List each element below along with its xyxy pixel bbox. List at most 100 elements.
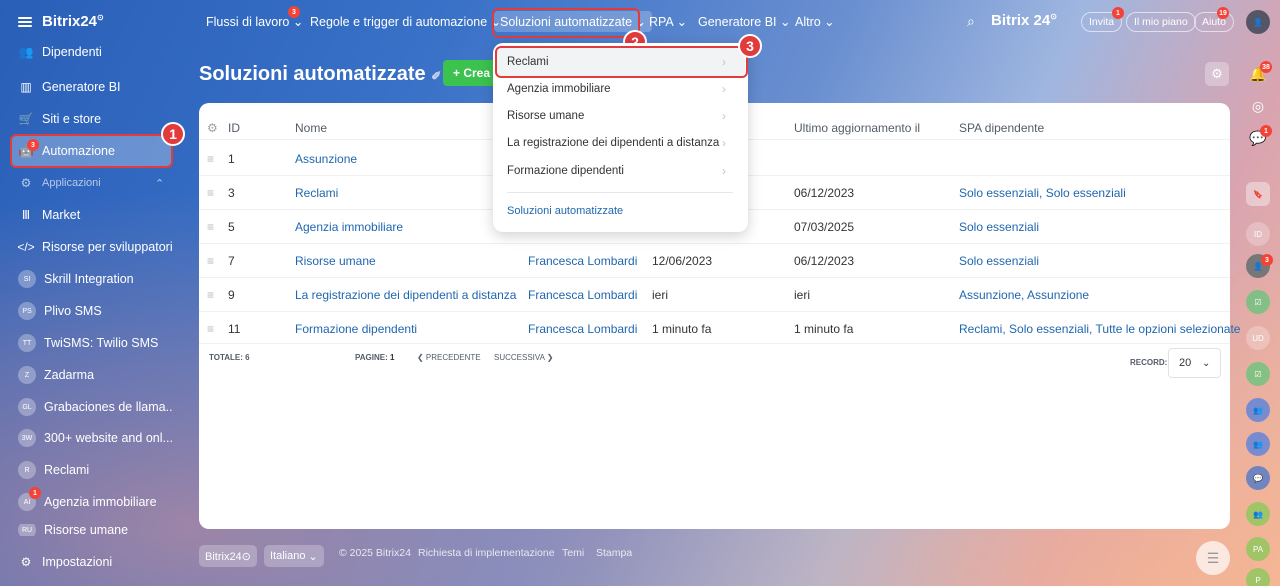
sidebar-item-label: Zadarma (44, 368, 95, 382)
sidebar-item-siti-e-store[interactable]: 🛒 Siti e store (10, 104, 172, 134)
pin-icon[interactable]: ✐ (431, 69, 441, 83)
row-name-link[interactable]: Formazione dipendenti (295, 322, 417, 336)
divider (199, 277, 1230, 278)
sidebar-item-twisms[interactable]: TT TwiSMS: Twilio SMS (10, 328, 172, 358)
task-icon[interactable]: ☑ (1246, 362, 1270, 386)
my-plan-button[interactable]: Il mio piano (1126, 12, 1196, 32)
column-header[interactable]: Nome (295, 121, 327, 135)
record-select[interactable]: 20 ⌄ (1168, 348, 1221, 378)
gear-icon[interactable]: ⚙ (1205, 62, 1229, 86)
row-author-link[interactable]: Francesca Lombardi (528, 322, 637, 336)
pulse-icon[interactable]: ◎ (1246, 94, 1270, 118)
sidebar-item-dipendenti[interactable]: 👥 Dipendenti (10, 44, 172, 60)
sidebar-item-grabaciones[interactable]: GL Grabaciones de llama... (10, 392, 172, 422)
dropdown-item-formazione[interactable]: Formazione dipendenti (507, 165, 624, 177)
row-spa-link[interactable]: Assunzione, Assunzione (959, 288, 1089, 302)
tab-generatore-bi[interactable]: Generatore BI ⌄ (698, 14, 790, 29)
rail-avatar[interactable]: ID (1246, 222, 1270, 246)
row-created: 1 minuto fa (652, 322, 712, 336)
tab-regole[interactable]: Regole e trigger di automazione ⌄ (310, 14, 501, 29)
group-icon[interactable]: 👥 (1246, 432, 1270, 456)
chat-icon[interactable]: 💬 (1246, 466, 1270, 490)
agenzia-badge: 1 (29, 487, 41, 499)
column-header[interactable]: ID (228, 121, 240, 135)
drag-handle-icon[interactable]: ≡ (207, 288, 219, 302)
drag-handle-icon[interactable]: ≡ (207, 254, 219, 268)
rail-avatar[interactable]: UD (1246, 326, 1270, 350)
row-name-link[interactable]: La registrazione dei dipendenti a distan… (295, 288, 516, 302)
column-header[interactable]: Ultimo aggiornamento il (794, 121, 920, 135)
group-icon[interactable]: 👥 (1246, 398, 1270, 422)
drag-handle-icon[interactable]: ≡ (207, 322, 219, 336)
language-select[interactable]: Italiano ⌄ (264, 545, 324, 567)
record-value: 20 (1179, 357, 1192, 369)
chat-badge: 1 (1260, 125, 1272, 137)
row-updated: 1 minuto fa (794, 322, 854, 336)
top-bar: Flussi di lavoro ⌄ 3 Regole e trigger di… (183, 0, 1280, 54)
group-icon[interactable]: 👥 (1246, 502, 1270, 526)
sidebar-item-market[interactable]: Ⅲ Market (10, 200, 172, 230)
sidebar-item-label: TwiSMS: Twilio SMS (44, 336, 159, 350)
task-icon[interactable]: ☑ (1246, 290, 1270, 314)
user-avatar[interactable]: 👤 (1246, 10, 1270, 34)
dropdown-footer-link[interactable]: Soluzioni automatizzate (507, 205, 623, 217)
sidebar-item-label: 300+ website and onl... (44, 431, 172, 445)
next-page-link[interactable]: SUCCESSIVA ❯ (494, 353, 553, 362)
app-avatar: Z (18, 366, 36, 384)
sidebar-group-applicazioni[interactable]: ⚙ Applicazioni ⌃ (10, 168, 172, 198)
sidebar-item-generatore-bi[interactable]: ▥ Generatore BI (10, 72, 172, 102)
list-icon[interactable]: ☰ (1196, 541, 1230, 575)
row-author-link[interactable]: Francesca Lombardi (528, 254, 637, 268)
chevron-right-icon: › (722, 82, 726, 96)
row-name-link[interactable]: Assunzione (295, 152, 357, 166)
footer-brand[interactable]: Bitrix24⊙ (199, 545, 257, 567)
row-spa-link[interactable]: Solo essenziali (959, 220, 1039, 234)
footer-link[interactable]: Stampa (596, 547, 632, 559)
sidebar-item-plivo[interactable]: PS Plivo SMS (10, 296, 172, 326)
rail-avatar[interactable]: PA (1246, 537, 1270, 561)
row-id: 9 (228, 288, 235, 302)
row-name-link[interactable]: Risorse umane (295, 254, 376, 268)
sidebar-item-300-website[interactable]: 3W 300+ website and onl... (10, 423, 172, 453)
drag-handle-icon[interactable]: ≡ (207, 186, 219, 200)
tab-rpa[interactable]: RPA ⌄ (649, 14, 687, 29)
sidebar-item-zadarma[interactable]: Z Zadarma (10, 360, 172, 390)
tab-altro[interactable]: Altro ⌄ (795, 14, 835, 29)
divider (507, 192, 733, 193)
sidebar-item-label: Risorse umane (44, 524, 129, 536)
sidebar-item-reclami[interactable]: R Reclami (10, 455, 172, 485)
bookmark-icon[interactable]: 🔖 (1246, 182, 1270, 206)
row-spa-link[interactable]: Solo essenziali (959, 254, 1039, 268)
sidebar-item-label: Risorse per sviluppatori (42, 240, 172, 254)
tab-flussi[interactable]: Flussi di lavoro ⌄ (206, 14, 303, 29)
drag-handle-icon[interactable]: ≡ (207, 152, 219, 166)
sidebar-settings[interactable]: ⚙ Impostazioni (10, 547, 172, 577)
table-settings-icon[interactable]: ⚙ (207, 121, 218, 135)
sidebar-item-skrill[interactable]: SI Skrill Integration (10, 264, 172, 294)
dropdown-item-agenzia[interactable]: Agenzia immobiliare (507, 83, 611, 95)
row-author-link[interactable]: Francesca Lombardi (528, 288, 637, 302)
row-name-link[interactable]: Reclami (295, 186, 338, 200)
footer-link[interactable]: Richiesta di implementazione (418, 547, 555, 559)
dropdown-item-risorse[interactable]: Risorse umane (507, 110, 584, 122)
sidebar-item-risorse-sviluppatori[interactable]: </> Risorse per sviluppatori (10, 232, 172, 262)
dropdown-item-registrazione[interactable]: La registrazione dei dipendenti a distan… (507, 137, 719, 149)
rail-avatar[interactable]: P (1246, 568, 1270, 586)
sidebar-item-risorse-umane[interactable]: RU Risorse umane (10, 524, 172, 536)
divider (199, 311, 1230, 312)
menu-icon[interactable] (18, 16, 32, 27)
brand-logo: Bitrix 24⊙ (991, 12, 1057, 29)
search-icon[interactable]: ⌕ (967, 13, 975, 30)
chevron-right-icon: › (722, 164, 726, 178)
row-updated: 06/12/2023 (794, 254, 855, 268)
row-name-link[interactable]: Agenzia immobiliare (295, 220, 403, 234)
prev-page-link[interactable]: ❮ PRECEDENTE (417, 353, 481, 362)
drag-handle-icon[interactable]: ≡ (207, 220, 219, 234)
sidebar-item-label: Impostazioni (42, 555, 113, 569)
footer-link[interactable]: Temi (562, 547, 584, 559)
app-avatar: PS (18, 302, 36, 320)
logo[interactable]: Bitrix24⊙ (42, 13, 104, 30)
row-spa-link[interactable]: Reclami, Solo essenziali, Tutte le opzio… (959, 322, 1240, 336)
row-spa-link[interactable]: Solo essenziali, Solo essenziali (959, 186, 1126, 200)
column-header[interactable]: SPA dipendente (959, 121, 1044, 135)
